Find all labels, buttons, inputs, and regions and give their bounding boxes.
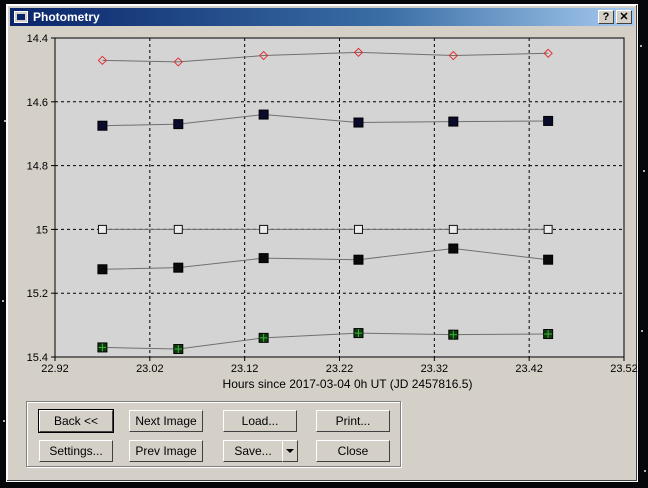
data-point bbox=[173, 262, 184, 273]
x-axis-label: Hours since 2017-03-04 0h UT (JD 2457816… bbox=[223, 377, 473, 391]
x-tick-label: 23.52 bbox=[610, 363, 638, 375]
prev-image-button[interactable]: Prev Image bbox=[129, 440, 203, 462]
data-point bbox=[258, 109, 269, 120]
data-point bbox=[173, 224, 183, 234]
data-point bbox=[353, 254, 364, 265]
y-tick-label: 14.4 bbox=[27, 33, 48, 45]
photometry-window: Photometry ? ✕ 22.92 23.02 23.12 23.22 23.32… bbox=[6, 4, 638, 482]
photometry-chart: 22.92 23.02 23.12 23.22 23.32 23.42 23.52 14.4 1… bbox=[27, 33, 638, 391]
data-point bbox=[448, 224, 458, 234]
data-point bbox=[258, 253, 269, 264]
back-button[interactable]: Back << bbox=[38, 409, 114, 433]
y-tick-label: 15 bbox=[36, 224, 48, 236]
y-tick-label: 14.8 bbox=[27, 161, 48, 173]
x-tick-label: 23.22 bbox=[326, 363, 354, 375]
y-tick-label: 14.6 bbox=[27, 97, 48, 109]
help-button[interactable]: ? bbox=[598, 10, 614, 24]
y-tick-label: 15.4 bbox=[27, 352, 48, 364]
data-point bbox=[97, 264, 108, 275]
close-icon: ✕ bbox=[619, 10, 629, 23]
data-point bbox=[97, 120, 108, 131]
load-button[interactable]: Load... bbox=[223, 410, 297, 432]
data-point bbox=[259, 224, 269, 234]
data-point bbox=[353, 117, 364, 128]
app-icon bbox=[14, 11, 28, 23]
x-tick-label: 23.42 bbox=[515, 363, 543, 375]
settings-button[interactable]: Settings... bbox=[39, 440, 113, 462]
print-button[interactable]: Print... bbox=[316, 410, 390, 432]
data-point bbox=[448, 243, 459, 254]
x-tick-label: 22.92 bbox=[41, 363, 69, 375]
button-group: Back << Next Image Load... Print... Sett… bbox=[26, 401, 401, 467]
x-tick-label: 23.02 bbox=[136, 363, 164, 375]
data-point bbox=[543, 115, 554, 126]
data-point bbox=[97, 224, 107, 234]
save-dropdown-button[interactable] bbox=[282, 440, 298, 462]
window-title: Photometry bbox=[33, 10, 100, 24]
data-point bbox=[353, 224, 363, 234]
data-point bbox=[173, 119, 184, 130]
next-image-button[interactable]: Next Image bbox=[129, 410, 203, 432]
close-window-button[interactable]: ✕ bbox=[616, 10, 632, 24]
x-tick-label: 23.32 bbox=[421, 363, 449, 375]
y-tick-label: 15.2 bbox=[27, 288, 48, 300]
plot-panel: 22.92 23.02 23.12 23.22 23.32 23.42 23.52 14.4 1… bbox=[7, 27, 639, 397]
save-button[interactable]: Save... bbox=[223, 440, 283, 462]
title-bar[interactable]: Photometry ? ✕ bbox=[10, 8, 634, 26]
x-tick-label: 23.12 bbox=[231, 363, 259, 375]
help-icon: ? bbox=[602, 10, 610, 23]
data-point bbox=[448, 116, 459, 127]
close-button[interactable]: Close bbox=[316, 440, 390, 462]
data-point bbox=[543, 224, 553, 234]
data-point bbox=[543, 254, 554, 265]
